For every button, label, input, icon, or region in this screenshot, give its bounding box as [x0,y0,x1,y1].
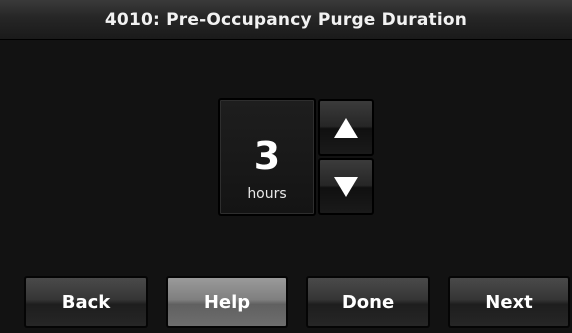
arrow-up-icon [334,117,358,138]
next-button[interactable]: Next [448,276,570,328]
page-title: 4010: Pre-Occupancy Purge Duration [104,9,468,30]
next-button-label: Next [485,291,533,313]
increase-button[interactable] [318,99,374,156]
value-display: 3 hours [218,98,316,216]
done-button-label: Done [341,291,395,313]
title-bar: 4010: Pre-Occupancy Purge Duration [0,0,572,40]
setting-value: 3 [253,134,281,178]
back-button-label: Back [61,291,111,313]
help-button-label: Help [203,291,251,313]
arrow-down-icon [334,176,358,197]
decrease-button[interactable] [318,158,374,215]
done-button[interactable]: Done [306,276,430,328]
setting-unit: hours [247,186,287,202]
help-button[interactable]: Help [166,276,288,328]
back-button[interactable]: Back [24,276,148,328]
thermostat-screen: 4010: Pre-Occupancy Purge Duration 3 hou… [0,0,572,333]
